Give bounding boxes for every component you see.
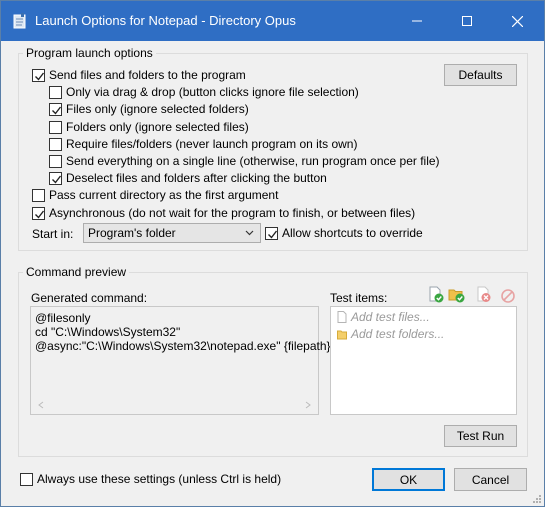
add-files-icon[interactable]	[427, 286, 445, 304]
pass-directory-checkbox[interactable]: Pass current directory as the first argu…	[32, 188, 278, 202]
start-in-value: Program's folder	[88, 226, 176, 240]
start-in-label: Start in:	[32, 227, 74, 241]
horizontal-scrollbar[interactable]	[32, 397, 317, 413]
allow-shortcuts-checkbox[interactable]: Allow shortcuts to override	[265, 226, 423, 240]
ok-button[interactable]: OK	[372, 468, 445, 491]
cancel-button[interactable]: Cancel	[454, 468, 527, 491]
generated-command-box[interactable]: @filesonly cd "C:\Windows\System32" @asy…	[30, 306, 331, 415]
checkbox-box	[32, 188, 45, 202]
command-line: @async:"C:\Windows\System32\notepad.exe"…	[35, 339, 331, 353]
command-preview-label: Command preview	[23, 265, 130, 279]
single-line-checkbox[interactable]: Send everything on a single line (otherw…	[49, 154, 440, 168]
command-line: @filesonly	[35, 311, 91, 325]
drag-drop-only-label: Only via drag & drop (button clicks igno…	[66, 85, 359, 99]
minimize-button[interactable]	[394, 1, 440, 41]
folders-only-checkbox[interactable]: Folders only (ignore selected files)	[49, 120, 249, 134]
close-button[interactable]	[494, 1, 540, 41]
maximize-button[interactable]	[444, 1, 490, 41]
start-in-dropdown[interactable]: Program's folder	[83, 223, 261, 243]
drag-drop-only-checkbox[interactable]: Only via drag & drop (button clicks igno…	[49, 85, 359, 99]
require-files-label: Require files/folders (never launch prog…	[66, 137, 358, 151]
add-test-folders-item[interactable]: Add test folders...	[337, 327, 444, 341]
send-files-label: Send files and folders to the program	[49, 68, 246, 82]
checkbox-box	[32, 206, 45, 220]
checkbox-box	[20, 472, 33, 486]
scroll-right-icon	[305, 401, 311, 409]
test-run-button[interactable]: Test Run	[444, 425, 517, 447]
program-launch-options-label: Program launch options	[23, 46, 156, 60]
files-only-label: Files only (ignore selected folders)	[66, 102, 249, 116]
add-test-files-label: Add test files...	[351, 310, 430, 324]
scroll-left-icon	[38, 401, 44, 409]
add-test-files-item[interactable]: Add test files...	[337, 310, 430, 324]
file-icon	[337, 311, 347, 323]
add-folders-icon[interactable]	[448, 286, 466, 304]
checkbox-box	[49, 154, 62, 168]
checkbox-box	[265, 226, 278, 240]
checkmark-icon	[35, 210, 45, 219]
minimize-icon	[412, 20, 422, 22]
close-icon	[511, 15, 523, 27]
generated-command-label: Generated command:	[31, 291, 148, 305]
always-use-checkbox[interactable]: Always use these settings (unless Ctrl i…	[20, 472, 281, 486]
deselect-after-checkbox[interactable]: Deselect files and folders after clickin…	[49, 171, 327, 185]
asynchronous-label: Asynchronous (do not wait for the progra…	[49, 206, 416, 220]
add-test-folders-label: Add test folders...	[351, 327, 445, 341]
checkbox-box	[49, 102, 62, 116]
defaults-button[interactable]: Defaults	[444, 64, 517, 86]
files-only-checkbox[interactable]: Files only (ignore selected folders)	[49, 102, 249, 116]
checkbox-box	[49, 137, 62, 151]
checkbox-box	[49, 171, 62, 185]
resize-grip-icon[interactable]	[532, 494, 542, 504]
chevron-down-icon	[245, 230, 254, 236]
test-items-list[interactable]: Add test files... Add test folders...	[330, 306, 517, 415]
checkmark-icon	[52, 106, 62, 115]
checkbox-box	[32, 68, 45, 82]
checkbox-box	[49, 85, 62, 99]
folder-icon	[337, 330, 347, 340]
title-bar[interactable]: Launch Options for Notepad - Directory O…	[1, 1, 544, 41]
checkbox-box	[49, 120, 62, 134]
notepad-app-icon	[13, 13, 26, 29]
folders-only-label: Folders only (ignore selected files)	[66, 120, 249, 134]
single-line-label: Send everything on a single line (otherw…	[66, 154, 440, 168]
always-use-label: Always use these settings (unless Ctrl i…	[37, 472, 282, 486]
launch-options-window: Launch Options for Notepad - Directory O…	[0, 0, 545, 507]
command-line: cd "C:\Windows\System32"	[35, 325, 181, 339]
clear-items-icon[interactable]	[499, 286, 517, 304]
window-title: Launch Options for Notepad - Directory O…	[35, 13, 296, 28]
checkmark-icon	[35, 72, 45, 81]
pass-directory-label: Pass current directory as the first argu…	[49, 188, 279, 202]
asynchronous-checkbox[interactable]: Asynchronous (do not wait for the progra…	[32, 206, 415, 220]
deselect-after-label: Deselect files and folders after clickin…	[66, 171, 327, 185]
remove-item-icon[interactable]	[475, 286, 493, 304]
require-files-checkbox[interactable]: Require files/folders (never launch prog…	[49, 137, 357, 151]
test-items-label: Test items:	[330, 291, 388, 305]
checkmark-icon	[52, 175, 62, 184]
checkmark-icon	[268, 230, 278, 239]
send-files-checkbox[interactable]: Send files and folders to the program	[32, 68, 246, 82]
allow-shortcuts-label: Allow shortcuts to override	[282, 226, 423, 240]
maximize-icon	[462, 16, 472, 26]
